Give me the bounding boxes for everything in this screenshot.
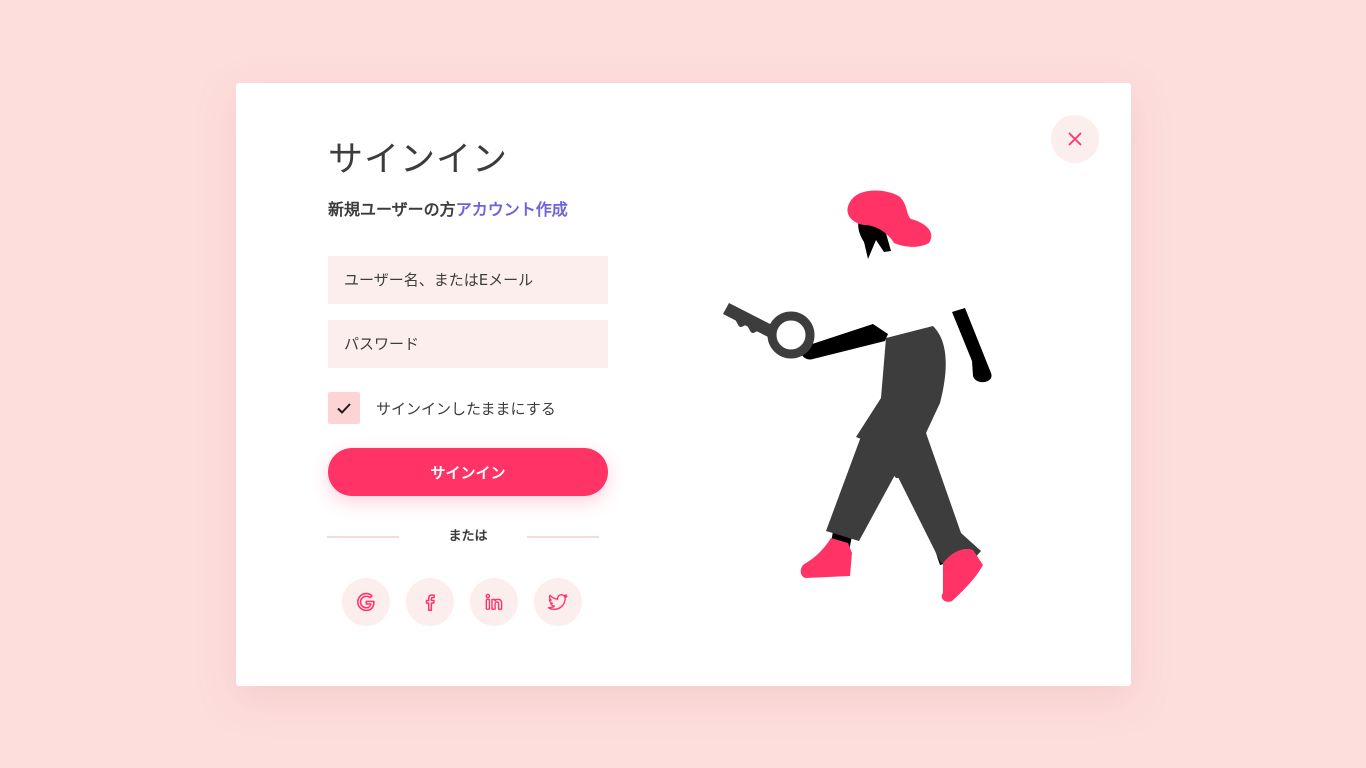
new-user-text: 新規ユーザーの方 [328, 200, 456, 219]
password-input[interactable] [328, 320, 608, 368]
linkedin-signin-button[interactable] [470, 578, 518, 626]
facebook-icon [425, 594, 435, 611]
create-account-link[interactable]: アカウント作成 [456, 200, 568, 219]
divider-text: または [448, 529, 488, 544]
twitter-signin-button[interactable] [534, 578, 582, 626]
facebook-signin-button[interactable] [406, 578, 454, 626]
remember-me-label: サインインしたままにする [376, 399, 556, 418]
remember-me-option[interactable]: サインインしたままにする [328, 392, 556, 424]
close-button[interactable] [1051, 115, 1099, 163]
person-with-key-illustration [723, 190, 992, 602]
username-input[interactable] [328, 256, 608, 304]
signin-button[interactable]: サインイン [328, 448, 608, 496]
remember-me-checkbox[interactable] [328, 392, 360, 424]
linkedin-icon [485, 593, 503, 610]
close-icon [1068, 132, 1082, 146]
page-title: サインイン [328, 140, 509, 180]
signin-dialog: サインイン 新規ユーザーの方アカウント作成 サインインしたままにする サインイン… [236, 83, 1131, 686]
google-signin-button[interactable] [342, 578, 390, 626]
twitter-icon [547, 593, 568, 611]
divider-line-right [527, 536, 599, 538]
checkmark-icon [337, 403, 351, 414]
google-icon [357, 592, 375, 612]
signup-prompt: 新規ユーザーの方アカウント作成 [328, 199, 568, 221]
divider-line-left [327, 536, 399, 538]
